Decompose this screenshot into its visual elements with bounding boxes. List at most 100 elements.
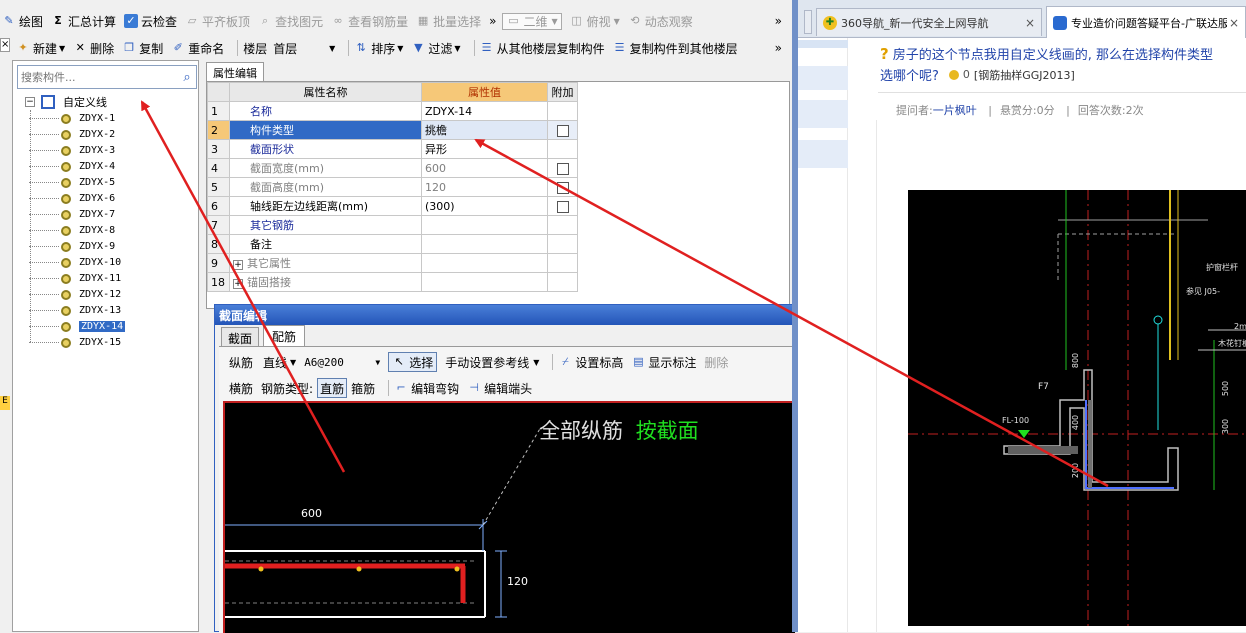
- table-row[interactable]: 7 其它钢筋: [207, 215, 578, 235]
- batch-select-button[interactable]: ▦ 批量选择: [416, 11, 481, 31]
- view-mode-select[interactable]: ▭ 二维 ▼: [502, 12, 562, 30]
- table-row[interactable]: 9 + 其它属性: [207, 253, 578, 273]
- table-row[interactable]: 8 备注: [207, 234, 578, 254]
- tree-item[interactable]: ZDYX-13: [29, 303, 121, 318]
- delete-button[interactable]: ✕ 删除: [73, 38, 115, 58]
- collapse-icon[interactable]: −: [25, 97, 35, 107]
- property-value[interactable]: 120: [421, 177, 548, 197]
- copy-button[interactable]: ❐ 复制: [122, 38, 163, 58]
- copy-to-floor-button[interactable]: ☰ 复制构件到其他楼层: [613, 38, 738, 58]
- longitudinal-label[interactable]: 纵筋: [229, 354, 253, 371]
- close-panel-icon[interactable]: ×: [0, 38, 10, 52]
- tab-rebar[interactable]: 配筋: [263, 325, 306, 346]
- tree-item[interactable]: ZDYX-5: [29, 175, 115, 190]
- level-slab-button[interactable]: ▱ 平齐板顶: [185, 11, 250, 31]
- browser-tab-360[interactable]: ✚ 360导航_新一代安全上网导航 ×: [816, 8, 1042, 36]
- summary-button[interactable]: Σ 汇总计算: [51, 11, 116, 31]
- property-value[interactable]: ZDYX-14: [421, 101, 548, 121]
- asker-name[interactable]: 一片枫叶: [933, 104, 977, 117]
- question-category[interactable]: [钢筋抽样GGJ2013]: [974, 67, 1075, 83]
- tree-item[interactable]: ZDYX-1: [29, 111, 115, 126]
- find-element-button[interactable]: ⌕ 查找图元: [258, 11, 323, 31]
- straight-rebar-button[interactable]: 直筋: [317, 378, 348, 398]
- expand-icon[interactable]: +: [233, 279, 243, 289]
- view-rebar-button[interactable]: ∞ 查看钢筋量: [331, 11, 408, 31]
- show-label-button[interactable]: ▤ 显示标注: [631, 352, 696, 372]
- sidebar-block[interactable]: [798, 66, 848, 90]
- search-input[interactable]: [18, 67, 178, 87]
- sort-button[interactable]: ⇅ 排序 ▼: [354, 38, 404, 58]
- rebar-point[interactable]: [454, 566, 460, 572]
- new-button[interactable]: ✦ 新建 ▼: [16, 38, 65, 58]
- extra-checkbox[interactable]: [556, 181, 569, 194]
- tree-item[interactable]: ZDYX-4: [29, 159, 115, 174]
- tree-item[interactable]: ZDYX-8: [29, 223, 115, 238]
- tree-item[interactable]: ZDYX-10: [29, 255, 121, 270]
- tree-item[interactable]: ZDYX-6: [29, 191, 115, 206]
- filter-button[interactable]: ▼ 过滤 ▼: [411, 38, 460, 58]
- question-title-line1[interactable]: ? 房子的这个节点我用自定义线画的, 那么在选择构件类型: [880, 44, 1246, 64]
- table-row[interactable]: 5 截面高度(mm) 120: [207, 177, 578, 197]
- tree-item[interactable]: ZDYX-9: [29, 239, 115, 254]
- draw-button[interactable]: ✎ 绘图: [2, 11, 43, 31]
- table-row[interactable]: 3 截面形状 异形: [207, 139, 578, 159]
- property-value[interactable]: 挑檐: [421, 120, 548, 140]
- rebar-spec-select[interactable]: A6@200 ▼: [304, 352, 380, 372]
- property-value[interactable]: (300): [421, 196, 548, 216]
- extra-checkbox[interactable]: [556, 124, 569, 137]
- extra-checkbox[interactable]: [556, 200, 569, 213]
- manual-ref-button[interactable]: 手动设置参考线 ▼: [445, 352, 539, 372]
- table-row[interactable]: 2 构件类型 挑檐: [207, 120, 578, 140]
- close-tab-icon[interactable]: ×: [1229, 16, 1239, 30]
- line-mode-select[interactable]: 直线 ▼: [263, 352, 296, 372]
- extra-checkbox[interactable]: [556, 162, 569, 175]
- tab-section[interactable]: 截面: [221, 327, 260, 346]
- floor-select[interactable]: 首层 ▼: [273, 38, 335, 58]
- tree-item[interactable]: ZDYX-7: [29, 207, 115, 222]
- tree-item[interactable]: ZDYX-15: [29, 335, 121, 350]
- rebar-point[interactable]: [356, 566, 362, 572]
- browser-tab-glodon[interactable]: 专业造价问题答疑平台-广联达服 ×: [1046, 6, 1246, 38]
- tree-root[interactable]: − 自定义线: [25, 94, 107, 110]
- property-value[interactable]: 600: [421, 158, 548, 178]
- tree-item[interactable]: ZDYX-2: [29, 127, 115, 142]
- sidebar-block[interactable]: [798, 100, 848, 128]
- tree-item[interactable]: ZDYX-11: [29, 271, 121, 286]
- search-icon[interactable]: ⌕: [178, 70, 196, 85]
- expand-icon[interactable]: +: [233, 260, 243, 270]
- close-tab-icon[interactable]: ×: [1025, 16, 1035, 30]
- table-row[interactable]: 6 轴线距左边线距离(mm) (300): [207, 196, 578, 216]
- toolbar-overflow-3[interactable]: »: [775, 38, 782, 58]
- tree-item[interactable]: ZDYX-14: [29, 319, 126, 334]
- table-row[interactable]: 18 + 锚固搭接: [207, 272, 578, 292]
- tab-property-edit[interactable]: 属性编辑: [206, 62, 264, 81]
- dynamic-view-button[interactable]: ⟲ 动态观察: [628, 11, 693, 31]
- stirrup-button[interactable]: 箍筋: [351, 378, 375, 398]
- tree-item[interactable]: ZDYX-12: [29, 287, 121, 302]
- sidebar-block[interactable]: [798, 140, 848, 168]
- sidebar-block[interactable]: [798, 40, 848, 48]
- property-value[interactable]: [421, 215, 548, 235]
- tab-left-edge[interactable]: [804, 10, 812, 34]
- table-row[interactable]: 4 截面宽度(mm) 600: [207, 158, 578, 178]
- property-value[interactable]: [421, 272, 548, 292]
- dialog-title-bar[interactable]: 截面编辑: [215, 305, 795, 325]
- cloud-check-button[interactable]: ✓ 云检查: [124, 11, 177, 31]
- edit-end-button[interactable]: ⊣ 编辑端头: [467, 378, 532, 398]
- property-value[interactable]: [421, 253, 548, 273]
- section-delete-button[interactable]: 删除: [704, 352, 728, 372]
- toolbar-overflow-2[interactable]: »: [775, 11, 782, 31]
- property-value[interactable]: [421, 234, 548, 254]
- copy-from-floor-button[interactable]: ☰ 从其他楼层复制构件: [480, 38, 605, 58]
- edit-hook-button[interactable]: ⌐ 编辑弯钩: [394, 378, 459, 398]
- cad-drawing-image[interactable]: FL-100 F7 800 400 200 500 300 护窗栏杆 参见 J0…: [908, 190, 1246, 626]
- rename-button[interactable]: ✐ 重命名: [171, 38, 225, 58]
- top-view-button[interactable]: ◫ 俯视 ▼: [570, 11, 619, 31]
- transverse-label[interactable]: 横筋: [229, 380, 253, 397]
- section-canvas[interactable]: 600 120 全部纵筋 按截面: [223, 401, 795, 633]
- property-value[interactable]: 异形: [421, 139, 548, 159]
- tree-item[interactable]: ZDYX-3: [29, 143, 115, 158]
- toolbar-overflow[interactable]: »: [489, 11, 496, 31]
- rebar-point[interactable]: [258, 566, 264, 572]
- select-button[interactable]: ↖ 选择: [388, 352, 438, 372]
